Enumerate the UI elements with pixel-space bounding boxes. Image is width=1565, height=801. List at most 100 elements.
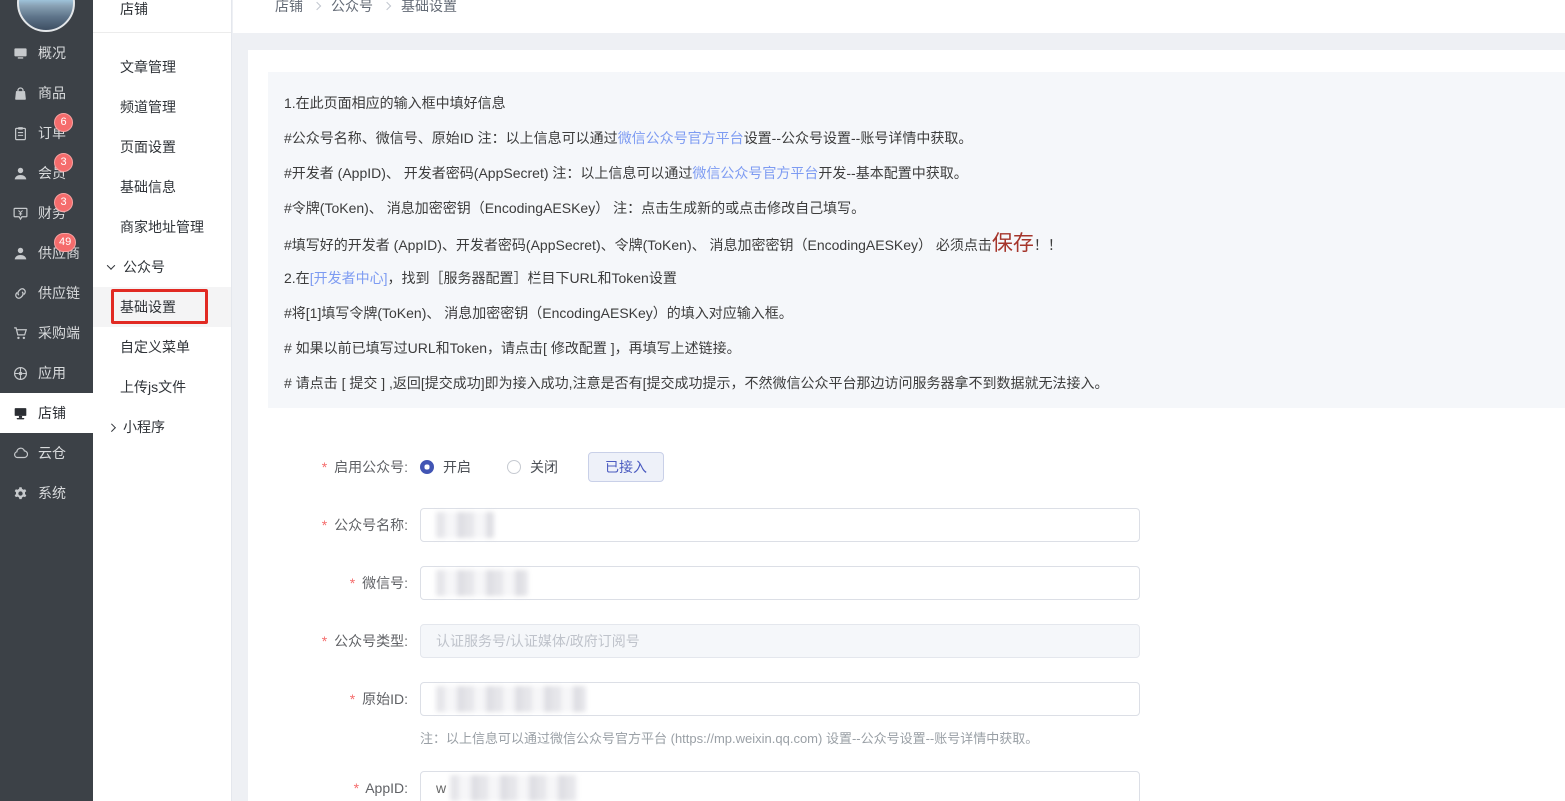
radio-circle-icon <box>507 460 521 474</box>
field-control-original-id: 注：以上信息可以通过微信公众号官方平台 (https://mp.weixin.q… <box>420 682 1140 747</box>
instruction-text: #开发者 (AppID)、 开发者密码(AppSecret) 注：以上信息可以通… <box>284 165 692 181</box>
submenu-item-mini-program[interactable]: 小程序 <box>93 407 231 447</box>
instruction-text: ！！ <box>1034 237 1062 253</box>
sidebar-item-supply-chain[interactable]: 供应链 <box>0 273 93 313</box>
input-account-type: 认证服务号/认证媒体/政府订阅号 <box>420 624 1140 658</box>
input-account-name[interactable] <box>420 508 1140 542</box>
required-asterisk: * <box>350 691 355 707</box>
instruction-text: 开发--基本配置中获取。 <box>818 165 967 181</box>
submenu-item-article-management[interactable]: 文章管理 <box>93 47 231 87</box>
settings-card: 1.在此页面相应的输入框中填好信息 #公众号名称、微信号、原始ID 注：以上信息可… <box>248 50 1565 801</box>
form-row-account-name: * 公众号名称: <box>248 508 1565 542</box>
field-control-enable-official-account: 开启 关闭 已接入 <box>420 450 664 484</box>
form-row-account-type: * 公众号类型:认证服务号/认证媒体/政府订阅号 <box>248 624 1565 658</box>
admin-app: 概况商品订单6会员3财务3供应商49供应链采购端应用店铺云仓系统 店铺 文章管理… <box>0 0 1565 801</box>
submenu-item-custom-menu[interactable]: 自定义菜单 <box>93 327 231 367</box>
instruction-text: ，找到［服务器配置］栏目下URL和Token设置 <box>387 270 676 286</box>
submenu-item-label: 公众号 <box>123 257 165 277</box>
submenu-item-label: 频道管理 <box>120 97 176 117</box>
submenu-title-label: 店铺 <box>120 0 148 19</box>
instruction-line-0: 1.在此页面相应的输入框中填好信息 <box>284 86 1565 121</box>
notification-badge: 3 <box>54 193 73 212</box>
sidebar-item-label: 采购端 <box>38 323 80 343</box>
field-label-original-id: * 原始ID: <box>248 682 408 747</box>
redacted-value <box>436 570 528 596</box>
sidebar-item-members[interactable]: 会员3 <box>0 153 93 193</box>
sidebar-item-apps[interactable]: 应用 <box>0 353 93 393</box>
input-value-prefix: w <box>436 780 446 796</box>
form-row-enable-official-account: * 启用公众号:开启关闭已接入 <box>248 450 1565 484</box>
instruction-text: # 如果以前已填写过URL和Token，请点击[ 修改配置 ]，再填写上述链接。 <box>284 340 741 356</box>
sidebar-item-system[interactable]: 系统 <box>0 473 93 513</box>
inline-link[interactable]: [开发者中心] <box>310 270 388 286</box>
status-button[interactable]: 已接入 <box>588 452 664 482</box>
submenu-item-official-account[interactable]: 公众号 <box>93 247 231 287</box>
secondary-nav: 文章管理频道管理页面设置基础信息商家地址管理公众号基础设置自定义菜单上传js文件… <box>93 33 231 447</box>
submenu-item-label: 基础设置 <box>120 297 176 317</box>
submenu-item-basic-settings[interactable]: 基础设置 <box>93 287 231 327</box>
breadcrumb-item-0[interactable]: 店铺 <box>275 0 303 16</box>
inline-link[interactable]: 微信公众号官方平台 <box>692 165 818 181</box>
instruction-text: 1.在此页面相应的输入框中填好信息 <box>284 95 506 111</box>
inline-link[interactable]: 微信公众号官方平台 <box>618 130 744 146</box>
input-placeholder: 认证服务号/认证媒体/政府订阅号 <box>436 631 640 651</box>
required-asterisk: * <box>322 459 327 475</box>
sidebar-item-procurement[interactable]: 采购端 <box>0 313 93 353</box>
sidebar-item-label: 应用 <box>38 363 66 383</box>
instruction-line-3: #令牌(ToKen)、 消息加密密钥（EncodingAESKey） 注：点击生… <box>284 191 1565 226</box>
user-avatar[interactable] <box>17 0 75 32</box>
cart-icon <box>13 325 29 341</box>
chevron-down-icon <box>107 261 115 269</box>
notification-badge: 6 <box>54 113 73 132</box>
breadcrumb-item-2[interactable]: 基础设置 <box>401 0 457 16</box>
sidebar-item-finance[interactable]: 财务3 <box>0 193 93 233</box>
chevron-right-icon <box>383 2 391 10</box>
submenu-item-upload-js[interactable]: 上传js文件 <box>93 367 231 407</box>
instruction-line-8: # 请点击 [ 提交 ] ,返回[提交成功]即为接入成功,注意是否有[提交成功提… <box>284 366 1565 401</box>
instruction-text: #填写好的开发者 (AppID)、开发者密码(AppSecret)、令牌(ToK… <box>284 237 992 253</box>
field-control-wechat-id <box>420 566 1140 600</box>
field-control-account-name <box>420 508 1140 542</box>
input-appid[interactable]: w <box>420 771 1140 801</box>
submenu-item-label: 基础信息 <box>120 177 176 197</box>
sidebar-item-label: 店铺 <box>38 403 66 423</box>
shop-icon <box>13 405 29 421</box>
form-row-appid: * AppID:w <box>248 771 1565 801</box>
sidebar-item-goods[interactable]: 商品 <box>0 73 93 113</box>
main-area: 店铺 公众号 基础设置 1.在此页面相应的输入框中填好信息 #公众号名称、微信号、原始… <box>233 0 1565 801</box>
instruction-line-4: #填写好的开发者 (AppID)、开发者密码(AppSecret)、令牌(ToK… <box>284 226 1565 261</box>
content-body: 1.在此页面相应的输入框中填好信息 #公众号名称、微信号、原始ID 注：以上信息可… <box>233 33 1565 801</box>
field-control-appid: w <box>420 771 1140 801</box>
required-asterisk: * <box>354 780 359 796</box>
sidebar-item-suppliers[interactable]: 供应商49 <box>0 233 93 273</box>
radio-option-1[interactable]: 关闭 <box>507 457 558 477</box>
submenu-item-page-settings[interactable]: 页面设置 <box>93 127 231 167</box>
notification-badge: 49 <box>54 233 76 252</box>
input-wechat-id[interactable] <box>420 566 1140 600</box>
submenu-item-channel-management[interactable]: 频道管理 <box>93 87 231 127</box>
breadcrumb-item-1[interactable]: 公众号 <box>331 0 373 16</box>
input-original-id[interactable] <box>420 682 1140 716</box>
form-row-original-id: * 原始ID:注：以上信息可以通过微信公众号官方平台 (https://mp.w… <box>248 682 1565 747</box>
radio-option-label: 关闭 <box>530 457 558 477</box>
sidebar-item-label: 系统 <box>38 483 66 503</box>
chevron-right-icon <box>107 423 115 431</box>
sidebar-item-cloud-warehouse[interactable]: 云仓 <box>0 433 93 473</box>
submenu-item-label: 文章管理 <box>120 57 176 77</box>
redacted-value <box>436 686 586 712</box>
field-control-account-type: 认证服务号/认证媒体/政府订阅号 <box>420 624 1140 658</box>
instruction-text: #令牌(ToKen)、 消息加密密钥（EncodingAESKey） 注：点击生… <box>284 200 865 216</box>
submenu-item-merchant-address[interactable]: 商家地址管理 <box>93 207 231 247</box>
instruction-line-2: #开发者 (AppID)、 开发者密码(AppSecret) 注：以上信息可以通… <box>284 156 1565 191</box>
supplier-icon <box>13 245 29 261</box>
instruction-line-6: #将[1]填写令牌(ToKen)、 消息加密密钥（EncodingAESKey）… <box>284 296 1565 331</box>
radio-option-0[interactable]: 开启 <box>420 457 471 477</box>
submenu-item-basic-info[interactable]: 基础信息 <box>93 167 231 207</box>
sidebar-item-label: 供应链 <box>38 283 80 303</box>
sidebar-item-overview[interactable]: 概况 <box>0 33 93 73</box>
sidebar-item-orders[interactable]: 订单6 <box>0 113 93 153</box>
breadcrumb: 店铺 公众号 基础设置 <box>275 0 457 16</box>
instruction-text: #公众号名称、微信号、原始ID 注：以上信息可以通过 <box>284 130 618 146</box>
instruction-line-1: #公众号名称、微信号、原始ID 注：以上信息可以通过微信公众号官方平台设置--公… <box>284 121 1565 156</box>
sidebar-item-shop[interactable]: 店铺 <box>0 393 93 433</box>
